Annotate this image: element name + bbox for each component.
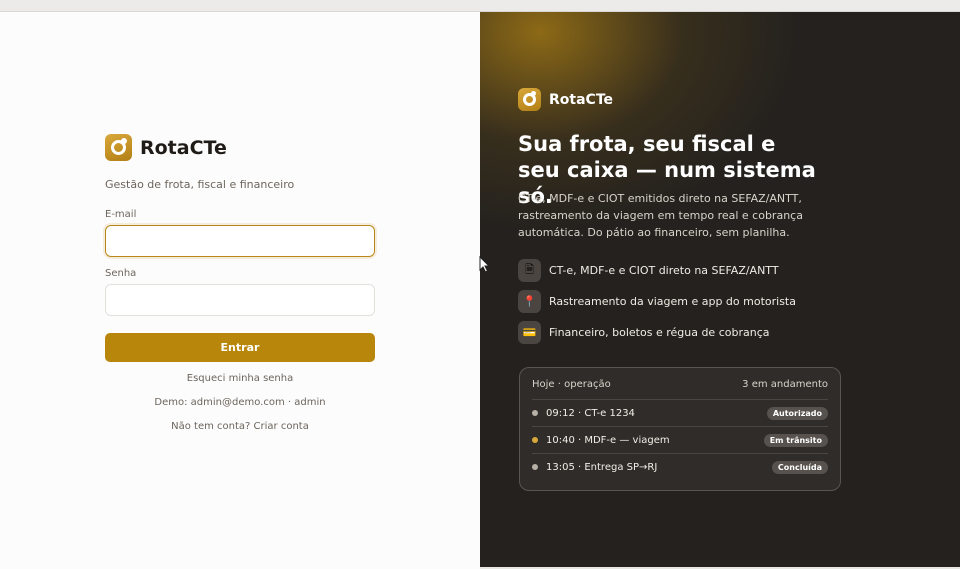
signup-link[interactable]: Não tem conta? Criar conta (105, 421, 375, 432)
status-dot (532, 410, 538, 416)
hero-brand-name: RotaCTe (549, 91, 613, 108)
operation-text: 13:05 · Entrega SP→RJ (546, 461, 658, 473)
browser-top-bar (0, 0, 960, 12)
login-panel: RotaCTe Gestão de frota, fiscal e financ… (0, 12, 480, 569)
operation-row: 09:12 · CT-e 1234 Autorizado (532, 399, 828, 426)
hero-panel: RotaCTe Sua frota, seu fiscal e seu caix… (480, 12, 960, 569)
operations-card: Hoje · operação 3 em andamento 09:12 · C… (519, 367, 841, 491)
feature-label: Financeiro, boletos e régua de cobrança (549, 326, 770, 339)
operation-row: 10:40 · MDF-e — viagem Em trânsito (532, 426, 828, 453)
forgot-password-link[interactable]: Esqueci minha senha (105, 373, 375, 384)
operation-text: 10:40 · MDF-e — viagem (546, 434, 670, 446)
operation-text: 09:12 · CT-e 1234 (546, 407, 635, 419)
feature-item: 🗎 CT-e, MDF-e e CIOT direto na SEFAZ/ANT… (518, 259, 779, 282)
status-dot (532, 464, 538, 470)
card-title: Hoje · operação (532, 379, 611, 390)
status-badge: Concluída (771, 460, 828, 474)
status-dot (532, 437, 538, 443)
password-field[interactable] (105, 284, 375, 316)
mouse-cursor-icon (479, 256, 490, 273)
card-summary: 3 em andamento (742, 379, 828, 390)
feature-item: 📍 Rastreamento da viagem e app do motori… (518, 290, 796, 313)
email-field[interactable] (105, 225, 375, 257)
card-icon: 💳 (518, 321, 541, 344)
document-icon: 🗎 (518, 259, 541, 282)
operation-row: 13:05 · Entrega SP→RJ Concluída (532, 453, 828, 480)
login-button[interactable]: Entrar (105, 333, 375, 362)
password-label: Senha (105, 268, 137, 279)
hero-brand: RotaCTe (518, 88, 613, 111)
rotacte-logo-icon (518, 88, 541, 111)
email-label: E-mail (105, 209, 137, 220)
demo-credentials: Demo: admin@demo.com · admin (154, 397, 326, 408)
card-header: Hoje · operação 3 em andamento (532, 379, 828, 390)
pin-icon: 📍 (518, 290, 541, 313)
feature-label: CT-e, MDF-e e CIOT direto na SEFAZ/ANTT (549, 264, 779, 277)
feature-item: 💳 Financeiro, boletos e régua de cobranç… (518, 321, 769, 344)
tagline: Gestão de frota, fiscal e financeiro (105, 178, 295, 191)
status-badge: Autorizado (766, 406, 828, 420)
rotacte-logo-icon (105, 134, 132, 161)
feature-label: Rastreamento da viagem e app do motorist… (549, 295, 796, 308)
brand: RotaCTe (105, 134, 227, 161)
hero-description: CT-e, MDF-e e CIOT emitidos direto na SE… (518, 192, 803, 239)
status-badge: Em trânsito (763, 433, 828, 447)
brand-name: RotaCTe (140, 136, 227, 159)
